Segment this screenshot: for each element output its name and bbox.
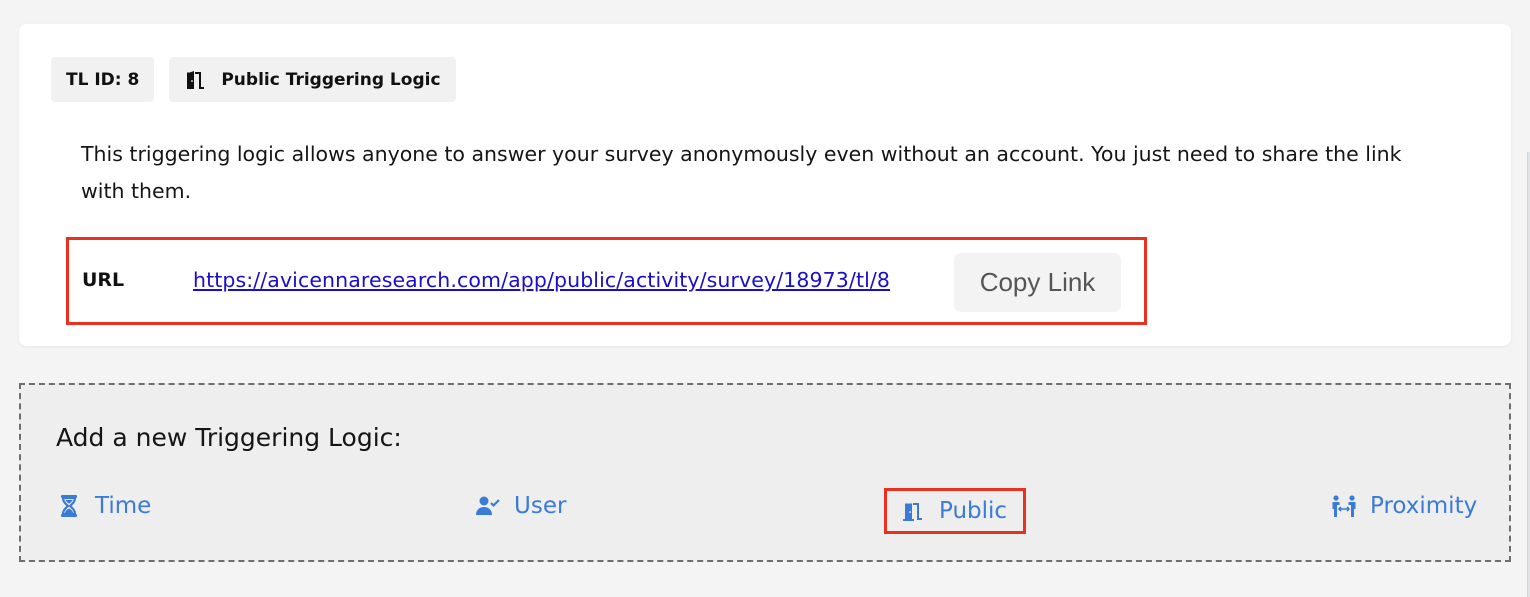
type-badge-label: Public Triggering Logic xyxy=(221,69,441,90)
add-proximity-option[interactable]: Proximity xyxy=(1332,493,1477,519)
door-open-icon xyxy=(901,499,925,523)
hourglass-icon xyxy=(57,494,81,518)
door-open-icon xyxy=(184,70,206,90)
url-label: URL xyxy=(82,269,125,291)
add-user-option[interactable]: User xyxy=(476,493,566,519)
user-check-icon xyxy=(476,494,500,518)
tl-id-badge: TL ID: 8 xyxy=(51,57,155,102)
people-arrows-icon xyxy=(1332,494,1356,518)
add-triggering-logic-section: Add a new Triggering Logic: Time User Pu… xyxy=(19,383,1511,562)
add-public-label: Public xyxy=(939,498,1008,524)
add-user-label: User xyxy=(514,493,567,519)
add-time-option[interactable]: Time xyxy=(57,493,151,519)
add-proximity-label: Proximity xyxy=(1370,493,1478,519)
badges: TL ID: 8 Public Triggering Logic xyxy=(51,57,456,102)
triggering-logic-card: TL ID: 8 Public Triggering Logic This tr… xyxy=(19,24,1511,346)
tl-id-text: TL ID: 8 xyxy=(66,69,140,90)
description: This triggering logic allows anyone to a… xyxy=(81,142,1402,203)
public-survey-link[interactable]: https://avicennaresearch.com/app/public/… xyxy=(193,268,890,292)
url-row: URL https://avicennaresearch.com/app/pub… xyxy=(66,237,1147,325)
add-section-title: Add a new Triggering Logic: xyxy=(56,423,402,452)
add-public-option[interactable]: Public xyxy=(884,488,1027,534)
type-badge: Public Triggering Logic xyxy=(169,57,456,102)
copy-link-button[interactable]: Copy Link xyxy=(954,253,1121,312)
add-time-label: Time xyxy=(95,493,152,519)
